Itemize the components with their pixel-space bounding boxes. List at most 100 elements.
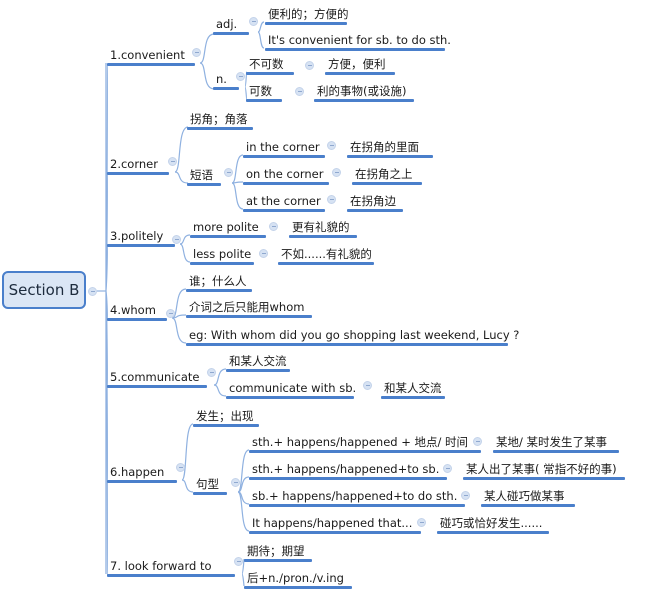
node-underline [187, 183, 221, 186]
leaf-node[interactable]: communicate with sb. [229, 381, 356, 395]
node-underline [213, 87, 239, 90]
sub-node[interactable]: adj. [216, 17, 237, 31]
collapse-icon[interactable] [363, 381, 372, 390]
leaf-node[interactable]: 便利的；方便的 [268, 7, 349, 21]
leaf-node[interactable]: more polite [193, 220, 259, 234]
node-underline [107, 318, 167, 321]
leaf-node[interactable]: at the corner [246, 194, 321, 208]
leaf-node[interactable]: 和某人交流 [229, 354, 287, 368]
node-underline [107, 244, 175, 247]
node-underline [107, 574, 235, 577]
collapse-icon[interactable] [417, 518, 426, 527]
collapse-icon[interactable] [88, 287, 97, 296]
collapse-icon[interactable] [234, 557, 243, 566]
leaf-node[interactable]: sth.+ happens/happened+to sb. [252, 462, 439, 476]
root-label: Section B [8, 281, 80, 299]
note-node[interactable]: 某人出了某事( 常指不好的事) [466, 462, 617, 476]
leaf-node[interactable]: sb.+ happens/happened+to do sth. [252, 489, 457, 503]
node-underline [249, 504, 465, 507]
node-underline [107, 63, 195, 66]
sub-node[interactable]: 发生；出现 [196, 409, 254, 423]
sub-node[interactable]: n. [216, 72, 227, 86]
note-node[interactable]: 某人碰巧做某事 [484, 489, 565, 503]
node-underline [325, 72, 395, 75]
node-underline [463, 477, 625, 480]
leaf-node[interactable]: 介词之后只能用whom [189, 300, 304, 314]
collapse-icon[interactable] [249, 17, 258, 26]
collapse-icon[interactable] [168, 157, 177, 166]
branch-node[interactable]: 3.politely [110, 229, 163, 243]
branch-node[interactable]: 4.whom [110, 303, 156, 317]
node-underline [187, 127, 253, 130]
node-underline [381, 396, 445, 399]
note-node[interactable]: 在拐角边 [350, 194, 396, 208]
node-underline [347, 209, 403, 212]
node-underline [265, 48, 445, 51]
collapse-icon[interactable] [327, 141, 336, 150]
collapse-icon[interactable] [443, 464, 452, 473]
leaf-node[interactable]: less polite [193, 247, 251, 261]
node-underline [190, 235, 266, 238]
sub-node[interactable]: 短语 [190, 168, 213, 182]
leaf-node[interactable]: 可数 [249, 84, 272, 98]
node-underline [249, 477, 447, 480]
node-underline [107, 480, 177, 483]
collapse-icon[interactable] [172, 235, 181, 244]
node-underline [246, 72, 294, 75]
branch-node[interactable]: 5.communicate [110, 370, 199, 384]
node-underline [347, 155, 433, 158]
leaf-node[interactable]: 不可数 [249, 57, 284, 71]
branch-node[interactable]: 7. look forward to [110, 559, 212, 573]
collapse-icon[interactable] [269, 222, 278, 231]
sub-node[interactable]: 句型 [196, 477, 219, 491]
note-node[interactable]: 方便，便利 [328, 57, 386, 71]
leaf-node[interactable]: 谁；什么人 [189, 274, 247, 288]
node-underline [243, 155, 325, 158]
node-underline [249, 531, 421, 534]
collapse-icon[interactable] [305, 61, 314, 70]
collapse-icon[interactable] [231, 478, 240, 487]
root-node[interactable]: Section B [2, 271, 86, 309]
node-underline [265, 22, 347, 25]
collapse-icon[interactable] [332, 168, 341, 177]
node-underline [186, 343, 508, 346]
node-underline [243, 182, 329, 185]
branch-node[interactable]: 1.convenient [110, 48, 185, 62]
leaf-node[interactable]: eg: With whom did you go shopping last w… [189, 328, 519, 342]
note-node[interactable]: 在拐角的里面 [350, 140, 419, 154]
node-underline [437, 531, 549, 534]
note-node[interactable]: 碰巧或恰好发生...... [440, 516, 542, 530]
note-node[interactable]: 和某人交流 [384, 381, 442, 395]
sub-node[interactable]: 拐角；角落 [190, 112, 248, 126]
collapse-icon[interactable] [473, 437, 482, 446]
branch-node[interactable]: 2.corner [110, 157, 158, 171]
leaf-node[interactable]: 期待；期望 [247, 544, 305, 558]
node-underline [213, 32, 249, 35]
note-node[interactable]: 某地/ 某时发生了某事 [496, 435, 607, 449]
collapse-icon[interactable] [295, 87, 304, 96]
node-underline [244, 586, 352, 589]
leaf-node[interactable]: sth.+ happens/happened + 地点/ 时间 [252, 435, 468, 449]
leaf-node[interactable]: It happens/happened that... [252, 516, 412, 530]
collapse-icon[interactable] [259, 249, 268, 258]
node-underline [107, 385, 207, 388]
node-underline [107, 172, 169, 175]
branch-node[interactable]: 6.happen [110, 465, 164, 479]
leaf-node[interactable]: 后+n./pron./v.ing [247, 571, 344, 585]
note-node[interactable]: 利的事物(或设施) [317, 84, 406, 98]
leaf-node[interactable]: It's convenient for sb. to do sth. [268, 33, 451, 47]
note-node[interactable]: 在拐角之上 [355, 167, 413, 181]
collapse-icon[interactable] [461, 491, 470, 500]
collapse-icon[interactable] [236, 72, 245, 81]
node-underline [190, 262, 254, 265]
collapse-icon[interactable] [224, 168, 233, 177]
leaf-node[interactable]: in the corner [246, 140, 320, 154]
leaf-node[interactable]: on the corner [246, 167, 324, 181]
collapse-icon[interactable] [327, 195, 336, 204]
collapse-icon[interactable] [166, 309, 175, 318]
collapse-icon[interactable] [207, 368, 216, 377]
collapse-icon[interactable] [192, 48, 201, 57]
note-node[interactable]: 不如......有礼貌的 [281, 247, 372, 261]
collapse-icon[interactable] [176, 463, 185, 472]
note-node[interactable]: 更有礼貌的 [292, 220, 350, 234]
